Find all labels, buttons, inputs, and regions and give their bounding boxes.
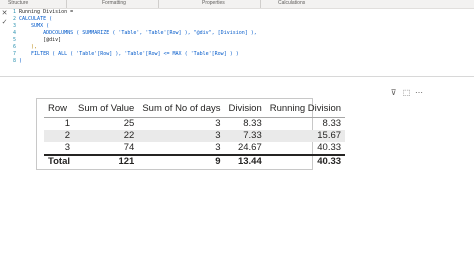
cell-total-division: 13.44: [224, 154, 266, 168]
code-text: SUMX (: [19, 23, 50, 29]
tab-properties[interactable]: Properties: [202, 0, 225, 8]
table-row: 2 22 3 7.33 15.67: [44, 130, 346, 142]
code-line: 4 ADDCOLUMNS ( SUMMARIZE ( 'Table', 'Tab…: [13, 30, 257, 37]
cell-running-division: 8.33: [322, 118, 342, 129]
code-line: 7 FILTER ( ALL ( 'Table'[Row] ), 'Table'…: [13, 51, 239, 58]
cell-total-running-division: 40.33: [265, 154, 346, 168]
cell-sum-of-value: 25: [123, 118, 135, 129]
more-options-icon[interactable]: ⋯: [414, 88, 424, 97]
cell-total-sum-of-no-of-days: 9: [138, 154, 225, 168]
code-line: 8): [13, 58, 22, 65]
filter-icon[interactable]: ⊽: [389, 88, 398, 97]
data-table: Row Sum of Value Sum of No of days Divis…: [44, 101, 346, 168]
ribbon-divider: [158, 0, 159, 8]
ribbon-divider: [260, 0, 261, 8]
ribbon-divider: [66, 0, 67, 8]
cell-running-division: 40.33: [317, 142, 342, 153]
column-header-division[interactable]: Division: [224, 101, 266, 118]
tab-formatting[interactable]: Formatting: [102, 0, 126, 8]
close-icon[interactable]: ✕: [0, 9, 9, 18]
cell-row: 3: [64, 142, 70, 153]
column-header-sum-of-no-of-days[interactable]: Sum of No of days: [138, 101, 225, 118]
code-line: 5 [@div]: [13, 37, 61, 44]
code-line: 6 ),: [13, 44, 37, 51]
column-header-row[interactable]: Row: [44, 101, 74, 118]
cell-sum-of-no-of-days: 3: [215, 142, 221, 153]
focus-mode-icon[interactable]: ⬚: [402, 88, 411, 97]
cell-row: 2: [44, 130, 74, 142]
code-line: 3 SUMX (: [13, 23, 49, 30]
table-visual[interactable]: Row Sum of Value Sum of No of days Divis…: [36, 98, 346, 170]
code-text: Running Division =: [19, 9, 74, 15]
cell-sum-of-value: 22: [74, 130, 139, 142]
table-row: 1 25 3 8.33 8.33: [44, 118, 345, 131]
tab-structure[interactable]: Structure: [8, 0, 28, 8]
cell-division: 8.33: [243, 118, 262, 129]
checkmark-icon[interactable]: ✓: [0, 18, 9, 27]
header-row: Row Sum of Value Sum of No of days Divis…: [44, 101, 346, 118]
cell-total-sum-of-value: 121: [74, 154, 139, 168]
code-text: ADDCOLUMNS ( SUMMARIZE ( 'Table', 'Table…: [19, 30, 257, 36]
code-text: CALCULATE (: [19, 16, 53, 22]
cell-sum-of-value: 74: [123, 142, 135, 153]
cell-row: 1: [64, 118, 70, 129]
cell-sum-of-no-of-days: 3: [138, 130, 225, 142]
column-header-running-division[interactable]: Running Division: [265, 101, 346, 118]
tab-calculations[interactable]: Calculations: [278, 0, 305, 8]
cell-division: 24.67: [237, 142, 262, 153]
cell-sum-of-no-of-days: 3: [215, 118, 221, 129]
cell-division: 7.33: [224, 130, 266, 142]
formula-editor[interactable]: ✕ ✓ 1 Running Division = 2 CALCULATE ( 3 S…: [0, 9, 474, 77]
code-line: 2 CALCULATE (: [13, 16, 52, 23]
code-text: ): [19, 58, 23, 64]
code-line: 1 Running Division =: [13, 9, 73, 16]
total-row: Total 121 9 13.44 40.33: [44, 154, 346, 168]
code-text: ),: [19, 44, 38, 50]
cell-running-division: 15.67: [265, 130, 346, 142]
column-header-sum-of-value[interactable]: Sum of Value: [74, 101, 139, 118]
code-text: FILTER ( ALL ( 'Table'[Row] ), 'Table'[R…: [19, 51, 239, 57]
ribbon-bar: Structure Formatting Properties Calculat…: [0, 0, 474, 9]
code-text: [@div]: [19, 37, 62, 43]
table-row: 3 74 3 24.67 40.33: [44, 142, 345, 155]
cell-total-label: Total: [44, 154, 74, 168]
